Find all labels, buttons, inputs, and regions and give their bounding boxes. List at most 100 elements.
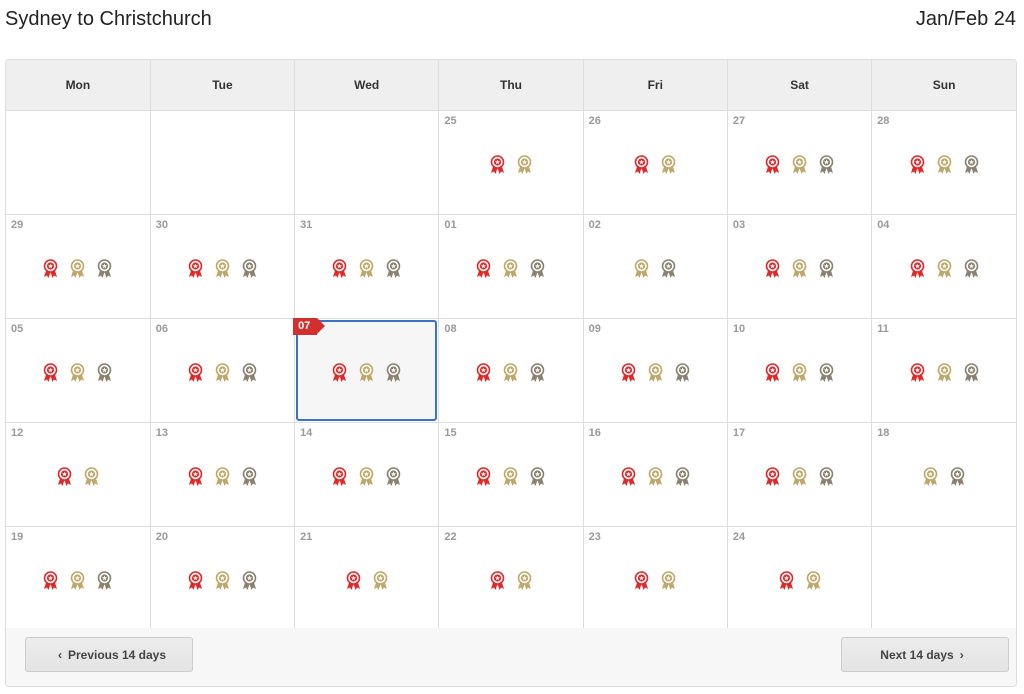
day-number: 14: [300, 427, 313, 439]
economy-award-icon: [963, 363, 980, 383]
economy-award-icon: [818, 155, 835, 175]
economy-award-icon: [241, 571, 258, 591]
award-availability: [584, 571, 727, 591]
economy-award-icon: [674, 363, 691, 383]
business-award-icon: [475, 467, 492, 487]
economy-award-icon: [241, 259, 258, 279]
calendar-day-cell[interactable]: 20: [150, 526, 296, 631]
day-number: 20: [155, 531, 169, 543]
calendar-day-cell[interactable]: 12: [6, 422, 151, 527]
economy-award-icon: [529, 467, 546, 487]
calendar-grid: Mon Tue Wed Thu Fri Sat Sun 25 26 27 28 29 30 31 01 02…: [6, 60, 1016, 631]
day-number: 12: [11, 427, 24, 439]
economy-award-icon: [96, 259, 113, 279]
day-number: 06: [155, 323, 169, 335]
previous-14-days-button[interactable]: ‹ Previous 14 days: [25, 637, 193, 672]
award-availability: [872, 155, 1016, 175]
economy-award-icon: [674, 467, 691, 487]
business-award-icon: [345, 571, 362, 591]
calendar-day-cell[interactable]: 09: [583, 318, 728, 423]
calendar-day-cell[interactable]: 29: [6, 214, 151, 319]
calendar-week-row: 25 26 27 28: [6, 110, 1016, 215]
premium-award-icon: [791, 363, 808, 383]
award-availability: [728, 571, 871, 591]
day-number: 16: [588, 427, 601, 439]
calendar-day-cell[interactable]: 24: [727, 526, 873, 631]
calendar-day-cell[interactable]: 28: [871, 110, 1016, 215]
award-availability: [439, 571, 582, 591]
premium-award-icon: [502, 259, 519, 279]
economy-award-icon: [385, 467, 402, 487]
calendar-day-cell[interactable]: 16: [583, 422, 728, 527]
calendar-day-cell[interactable]: 18: [871, 422, 1016, 527]
premium-award-icon: [69, 571, 86, 591]
premium-award-icon: [936, 259, 953, 279]
day-number: 22: [444, 531, 457, 543]
award-availability: [151, 571, 294, 591]
day-number: 19: [11, 531, 24, 543]
calendar-day-cell[interactable]: 05: [6, 318, 151, 423]
premium-award-icon: [358, 259, 375, 279]
calendar-day-cell[interactable]: 14: [294, 422, 440, 527]
calendar-day-cell[interactable]: 01: [438, 214, 584, 319]
premium-award-icon: [660, 155, 677, 175]
chevron-left-icon: ‹: [57, 647, 62, 662]
business-award-icon: [187, 467, 204, 487]
day-number: 30: [155, 219, 169, 231]
calendar-day-cell[interactable]: 04: [871, 214, 1016, 319]
calendar-day-cell[interactable]: 22: [438, 526, 584, 631]
calendar-day-cell[interactable]: 06: [150, 318, 296, 423]
award-availability: [6, 259, 150, 279]
calendar-day-cell[interactable]: 08: [438, 318, 584, 423]
award-availability: [584, 259, 727, 279]
award-availability: [872, 259, 1016, 279]
calendar-footer: ‹ Previous 14 days Next 14 days ›: [6, 628, 1016, 686]
calendar-day-cell[interactable]: 02: [583, 214, 728, 319]
calendar-day-cell[interactable]: 31: [294, 214, 440, 319]
business-award-icon: [187, 363, 204, 383]
calendar-day-cell[interactable]: 03: [727, 214, 873, 319]
business-award-icon: [764, 467, 781, 487]
calendar-day-cell[interactable]: 13: [150, 422, 296, 527]
award-availability: [584, 467, 727, 487]
calendar-day-cell[interactable]: 10: [727, 318, 873, 423]
business-award-icon: [633, 155, 650, 175]
premium-award-icon: [69, 363, 86, 383]
business-award-icon: [764, 259, 781, 279]
calendar-day-cell[interactable]: 19: [6, 526, 151, 631]
calendar-day-cell[interactable]: 21: [294, 526, 440, 631]
award-availability: [728, 259, 871, 279]
economy-award-icon: [385, 259, 402, 279]
premium-award-icon: [660, 571, 677, 591]
calendar-day-cell[interactable]: 07: [293, 318, 440, 423]
premium-award-icon: [214, 467, 231, 487]
route-title: Sydney to Christchurch: [5, 8, 212, 30]
award-availability: [872, 363, 1016, 383]
award-availability: [295, 363, 438, 383]
premium-award-icon: [936, 363, 953, 383]
premium-award-icon: [502, 467, 519, 487]
calendar-day-cell[interactable]: 25: [438, 110, 584, 215]
award-availability: [6, 571, 150, 591]
calendar-day-cell[interactable]: 26: [583, 110, 728, 215]
business-award-icon: [187, 571, 204, 591]
award-availability: [584, 155, 727, 175]
business-award-icon: [56, 467, 73, 487]
calendar-day-cell[interactable]: 27: [727, 110, 873, 215]
calendar-day-cell[interactable]: 30: [150, 214, 296, 319]
calendar-week-row: 12 13 14 15 16 17 18: [6, 422, 1016, 527]
next-14-days-button[interactable]: Next 14 days ›: [841, 637, 1009, 672]
calendar-day-cell[interactable]: 17: [727, 422, 873, 527]
day-number: 21: [300, 531, 313, 543]
day-number: 27: [732, 115, 746, 127]
premium-award-icon: [805, 571, 822, 591]
calendar-day-cell[interactable]: 15: [438, 422, 584, 527]
day-number: 01: [444, 219, 457, 231]
award-availability: [439, 155, 582, 175]
premium-award-icon: [791, 259, 808, 279]
day-number: 23: [588, 531, 601, 543]
calendar-day-cell[interactable]: 23: [583, 526, 728, 631]
day-number: 31: [300, 219, 313, 231]
day-number: 08: [444, 323, 457, 335]
calendar-day-cell[interactable]: 11: [871, 318, 1016, 423]
